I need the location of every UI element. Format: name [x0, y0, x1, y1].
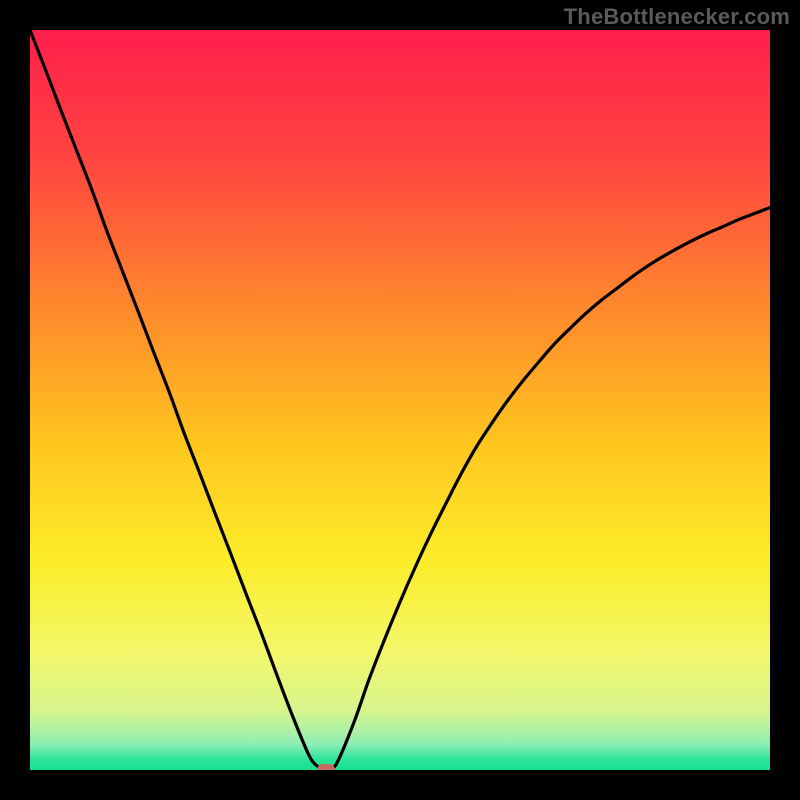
minimum-marker: [317, 764, 335, 770]
watermark-text: TheBottlenecker.com: [564, 4, 790, 30]
bottleneck-curve: [30, 30, 770, 770]
plot-area: [30, 30, 770, 770]
chart-frame: TheBottlenecker.com: [0, 0, 800, 800]
curve-layer: [30, 30, 770, 770]
